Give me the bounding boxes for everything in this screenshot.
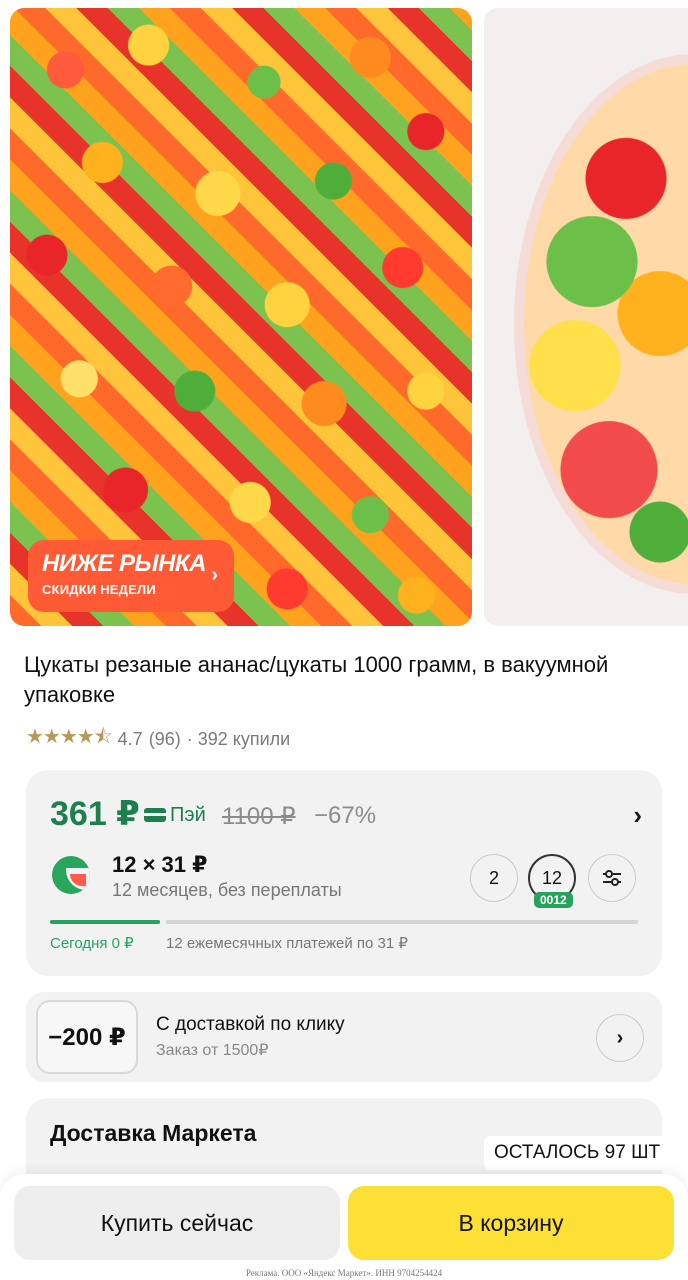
current-price: 361 ₽ bbox=[50, 795, 140, 833]
split-logo-icon bbox=[52, 856, 90, 894]
discount-percent: −67% bbox=[314, 802, 377, 829]
promo-discount-badge: −200 ₽ bbox=[36, 1000, 138, 1074]
card-icon bbox=[144, 808, 166, 822]
chevron-right-icon: › bbox=[211, 564, 218, 586]
old-price: 1100 ₽ bbox=[222, 803, 296, 830]
bought-count: · 392 купили bbox=[186, 728, 291, 749]
badge-title: НИЖЕ РЫНКА bbox=[42, 550, 206, 577]
chevron-right-icon[interactable]: › bbox=[596, 1014, 644, 1062]
payment-progress-fill bbox=[50, 920, 160, 924]
split-amount: 12 × 31 ₽ bbox=[112, 852, 208, 877]
below-market-badge[interactable]: НИЖЕ РЫНКА СКИДКИ НЕДЕЛИ › bbox=[28, 540, 234, 612]
delivery-promo-card[interactable]: −200 ₽ С доставкой по клику Заказ от 150… bbox=[26, 992, 662, 1082]
product-photo-secondary[interactable] bbox=[484, 8, 688, 626]
rating-row[interactable]: ★★★★⯪ 4.7 (96) · 392 купили bbox=[26, 722, 296, 756]
chevron-right-icon[interactable]: › bbox=[633, 800, 642, 831]
stock-left-badge: ОСТАЛОСЬ 97 ШТ bbox=[484, 1136, 671, 1170]
product-photo-main[interactable] bbox=[10, 8, 472, 626]
ad-disclaimer: Реклама. ООО «Яндекс Маркет». ИНН 970425… bbox=[245, 1268, 443, 1278]
badge-subtitle: СКИДКИ НЕДЕЛИ bbox=[42, 582, 156, 597]
selected-term-tag: 0012 bbox=[534, 892, 573, 908]
image-gallery[interactable]: НИЖЕ РЫНКА СКИДКИ НЕДЕЛИ › bbox=[0, 0, 688, 640]
bottom-action-bar: Купить сейчас В корзину Реклама. ООО «Ян… bbox=[0, 1174, 688, 1280]
split-subtitle: 12 месяцев, без переплаты bbox=[112, 880, 342, 900]
buy-now-button[interactable]: Купить сейчас bbox=[14, 1186, 340, 1260]
sliders-icon[interactable] bbox=[588, 854, 636, 902]
pay-label: Пэй bbox=[170, 804, 206, 826]
product-title: Цукаты резаные ананас/цукаты 1000 грамм,… bbox=[24, 652, 609, 707]
rating-value: 4.7 bbox=[117, 728, 143, 749]
review-count: (96) bbox=[148, 728, 181, 749]
price-card[interactable]: 361 ₽ Пэй 1100 ₽ −67% › 12 × 31 ₽ 12 мес… bbox=[26, 770, 662, 976]
star-rating-icon: ★★★★⯪ bbox=[26, 726, 113, 748]
delivery-title: Доставка Маркета bbox=[50, 1120, 257, 1146]
today-payment: Сегодня 0 ₽ bbox=[50, 935, 134, 952]
promo-subtitle: Заказ от 1500₽ bbox=[156, 1042, 269, 1059]
term-option-2[interactable]: 2 bbox=[470, 854, 518, 902]
bowl-illustration bbox=[514, 54, 688, 594]
promo-title: С доставкой по клику bbox=[156, 1014, 345, 1035]
add-to-cart-button[interactable]: В корзину bbox=[348, 1186, 674, 1260]
monthly-payments: 12 ежемесячных платежей по 31 ₽ bbox=[166, 935, 408, 952]
